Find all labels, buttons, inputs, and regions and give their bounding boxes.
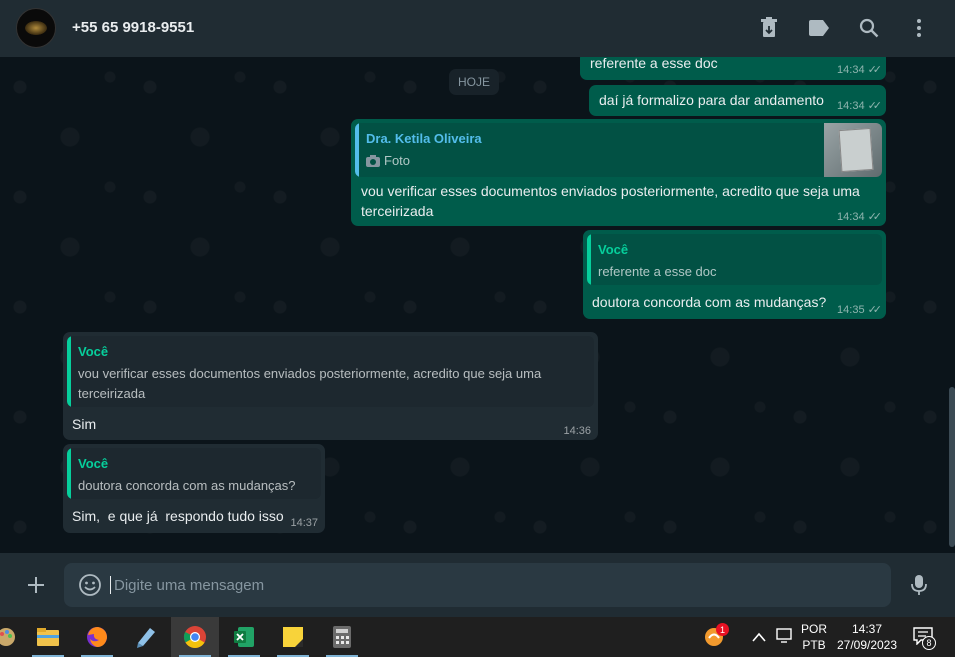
message-time: 14:34 ✓✓: [837, 63, 883, 77]
quoted-message[interactable]: Você doutora concorda com as mudanças?: [67, 448, 321, 499]
quote-author: Você: [78, 344, 109, 359]
double-check-icon: ✓✓: [867, 304, 883, 316]
photo-thumbnail[interactable]: [824, 123, 882, 177]
sticky-notes-icon[interactable]: [269, 617, 317, 657]
double-check-icon: ✓✓: [867, 211, 883, 223]
quote-author: Você: [78, 456, 109, 471]
quote-text: vou verificar esses documentos enviados …: [78, 366, 542, 401]
message-list[interactable]: referente a esse doc 14:34 ✓✓ HOJE daí já…: [0, 57, 955, 553]
chrome-icon[interactable]: [171, 617, 219, 657]
windows-taskbar: 1 POR PTB 14:37 27/09/2023 8: [0, 617, 955, 657]
tray-badge: 1: [716, 623, 729, 636]
quoted-message[interactable]: Você vou verificar esses documentos envi…: [67, 336, 594, 407]
quoted-message[interactable]: Você referente a esse doc: [587, 234, 882, 285]
chat-scrollbar[interactable]: [949, 387, 955, 547]
message-text: Sim: [72, 416, 97, 432]
camera-icon: [366, 155, 380, 167]
network-icon[interactable]: [776, 628, 794, 649]
quote-text: Foto: [384, 153, 411, 168]
message-text: vou verificar esses documentos enviados …: [361, 183, 860, 219]
chevron-up-icon[interactable]: [752, 629, 766, 647]
contact-name[interactable]: +55 65 9918-9551: [72, 19, 194, 36]
composer: [0, 553, 955, 617]
quote-author: Você: [598, 242, 629, 257]
notification-center-icon[interactable]: 8: [913, 627, 939, 650]
quote-author: Dra. Ketila Oliveira: [366, 131, 482, 146]
chat-header: +55 65 9918-9551: [0, 0, 955, 57]
message-text: referente a esse doc: [590, 57, 718, 71]
language-indicator[interactable]: POR PTB: [798, 621, 830, 653]
message-bubble-incoming[interactable]: Você vou verificar esses documentos envi…: [63, 332, 598, 440]
message-bubble-outgoing[interactable]: referente a esse doc 14:34 ✓✓: [580, 57, 886, 80]
emoji-icon[interactable]: [78, 573, 102, 597]
archive-icon[interactable]: [757, 16, 781, 40]
search-icon[interactable]: [857, 16, 881, 40]
double-check-icon: ✓✓: [867, 100, 883, 112]
label-icon[interactable]: [807, 16, 831, 40]
message-bubble-outgoing[interactable]: daí já formalizo para dar andamento 14:3…: [589, 85, 886, 116]
message-bubble-outgoing[interactable]: Você referente a esse doc doutora concor…: [583, 230, 886, 319]
contact-avatar[interactable]: [16, 8, 56, 48]
attach-plus-icon[interactable]: [24, 573, 48, 597]
message-time: 14:37: [290, 517, 318, 529]
quoted-message[interactable]: Dra. Ketila Oliveira Foto: [355, 123, 882, 177]
file-explorer-icon[interactable]: [24, 617, 72, 657]
clock[interactable]: 14:37 27/09/2023: [834, 621, 900, 653]
message-text: doutora concorda com as mudanças?: [592, 294, 827, 310]
quote-text: doutora concorda com as mudanças?: [78, 478, 296, 493]
date-chip: HOJE: [449, 69, 499, 95]
message-input-wrapper: [64, 563, 891, 607]
message-bubble-incoming[interactable]: Você doutora concorda com as mudanças? S…: [63, 444, 325, 533]
message-time: 14:34 ✓✓: [837, 99, 883, 113]
more-vertical-icon[interactable]: [907, 16, 931, 40]
notification-count: 8: [922, 636, 936, 650]
message-time: 14:35 ✓✓: [837, 303, 883, 317]
message-time: 14:34 ✓✓: [837, 210, 883, 224]
firefox-icon[interactable]: [73, 617, 121, 657]
message-bubble-outgoing[interactable]: Dra. Ketila Oliveira Foto vou verificar …: [351, 119, 886, 226]
notepad-icon[interactable]: [122, 617, 170, 657]
message-input[interactable]: [114, 563, 874, 607]
avatar-logo: [25, 21, 47, 35]
excel-icon[interactable]: [220, 617, 268, 657]
quote-text: referente a esse doc: [598, 264, 717, 279]
message-text: daí já formalizo para dar andamento: [599, 92, 824, 108]
double-check-icon: ✓✓: [867, 64, 883, 76]
message-time: 14:36: [563, 425, 591, 437]
message-text: Sim, e que já respondo tudo isso: [72, 508, 284, 524]
microphone-icon[interactable]: [907, 573, 931, 597]
calculator-icon[interactable]: [318, 617, 366, 657]
tray-app-icon[interactable]: 1: [704, 623, 730, 649]
